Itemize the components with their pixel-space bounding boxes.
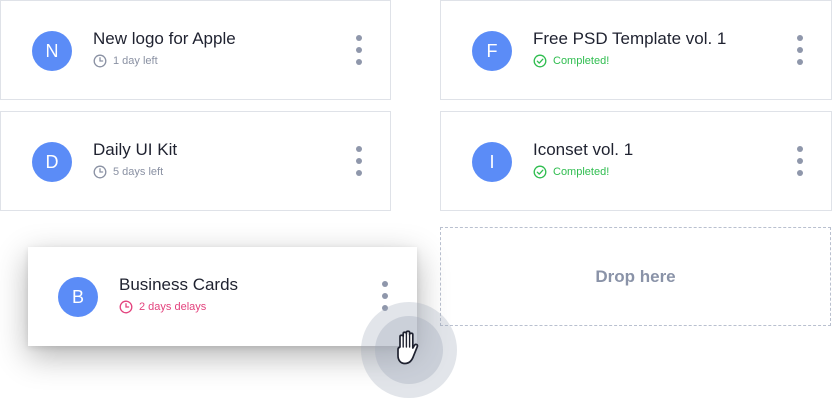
task-status: Completed! [533, 165, 609, 179]
task-title: Daily UI Kit [93, 140, 178, 159]
task-status-label: 2 days delays [139, 301, 207, 313]
task-card[interactable]: N New logo for Apple 1 day left [0, 0, 391, 100]
avatar: B [58, 277, 98, 317]
dot [797, 170, 803, 176]
more-options-button[interactable] [353, 146, 365, 176]
task-title: Free PSD Template vol. 1 [533, 29, 727, 48]
drop-zone[interactable]: Drop here [440, 227, 831, 326]
check-circle-icon [533, 54, 547, 68]
task-status-label: 5 days left [113, 166, 164, 178]
task-status-label: Completed! [553, 55, 610, 67]
dragging-task-card[interactable]: B Business Cards 2 days delays [28, 247, 417, 346]
check-circle-icon [533, 165, 547, 179]
dot [797, 35, 803, 41]
dot [356, 47, 362, 53]
clock-icon [93, 54, 107, 68]
dot [797, 59, 803, 65]
more-options-button[interactable] [794, 146, 806, 176]
task-title: Business Cards [119, 275, 239, 294]
avatar: N [32, 31, 72, 71]
more-options-button[interactable] [353, 35, 365, 65]
dot [356, 146, 362, 152]
task-status-label: 1 day left [113, 55, 158, 67]
task-card[interactable]: D Daily UI Kit 5 days left [0, 111, 391, 211]
dot [356, 158, 362, 164]
clock-icon [119, 300, 133, 314]
dot [797, 146, 803, 152]
dot [382, 293, 388, 299]
grab-hand-cursor-icon [397, 330, 419, 365]
dot [356, 59, 362, 65]
avatar: I [472, 142, 512, 182]
dot [356, 35, 362, 41]
task-card[interactable]: I Iconset vol. 1 Completed! [440, 111, 832, 211]
task-status: 1 day left [93, 54, 158, 68]
drop-zone-label: Drop here [595, 266, 676, 286]
task-status: 5 days left [93, 165, 163, 179]
task-status: Completed! [533, 54, 609, 68]
task-status: 2 days delays [119, 300, 206, 314]
task-title: Iconset vol. 1 [533, 140, 634, 159]
dot [382, 281, 388, 287]
task-status-label: Completed! [553, 166, 610, 178]
avatar: F [472, 31, 512, 71]
avatar: D [32, 142, 72, 182]
more-options-button[interactable] [794, 35, 806, 65]
dot [356, 170, 362, 176]
dot [797, 47, 803, 53]
clock-icon [93, 165, 107, 179]
task-card[interactable]: F Free PSD Template vol. 1 Completed! [440, 0, 832, 100]
task-title: New logo for Apple [93, 29, 236, 48]
dot [797, 158, 803, 164]
